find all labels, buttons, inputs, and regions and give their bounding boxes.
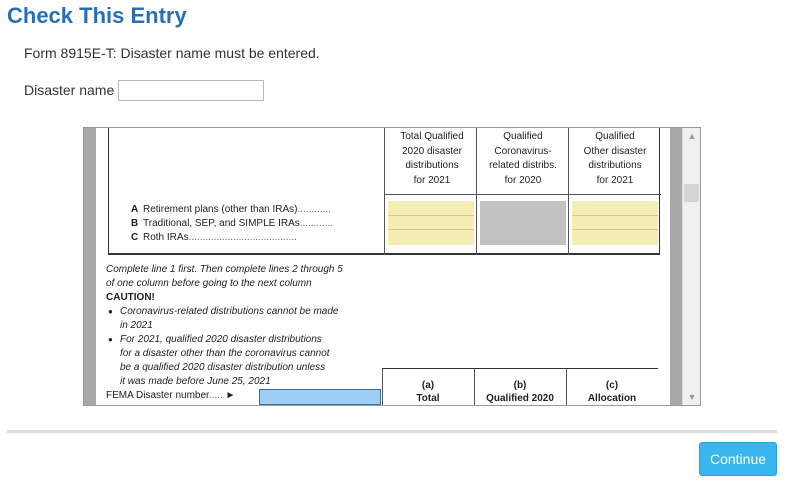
continue-button[interactable]: Continue — [699, 442, 777, 476]
table-header-rule — [384, 194, 661, 195]
vertical-scrollbar[interactable]: ▲ ▼ — [682, 128, 700, 405]
table-divider — [384, 128, 385, 255]
fema-disaster-number-label: FEMA Disaster number..... ► — [106, 390, 236, 401]
page-gutter-right — [670, 128, 682, 405]
disaster-name-input[interactable] — [118, 80, 264, 101]
footer-divider — [7, 430, 777, 433]
allocation-table-header: (a) Total (b) Qualified 2020 (c) Allocation — [382, 368, 658, 405]
column-header-total: Total Qualified 2020 disaster distributi… — [400, 131, 464, 186]
cell-divider — [388, 229, 474, 230]
column-c-allocation: (c) Allocation — [587, 380, 637, 404]
error-message: Form 8915E-T: Disaster name must be ente… — [24, 45, 320, 61]
column-header-coronavirus: Qualified Coronavirus- related distribs.… — [489, 131, 557, 186]
row-roth-iras: C Roth IRAs..............................… — [131, 232, 297, 243]
page-title: Check This Entry — [7, 3, 187, 28]
column-b-qualified-2020: (b) Qualified 2020 — [486, 380, 554, 404]
caution-heading: CAUTION! — [106, 292, 155, 303]
page-gutter-left — [84, 128, 96, 405]
cell-divider — [572, 229, 658, 230]
cell-divider — [388, 215, 474, 216]
cell-divider — [572, 215, 658, 216]
fema-disaster-number-input[interactable] — [259, 389, 381, 405]
form-viewer: Total Qualified 2020 disaster distributi… — [83, 127, 701, 406]
disaster-name-label: Disaster name — [24, 82, 115, 98]
form-instructions: Complete line 1 first. Then complete lin… — [106, 263, 396, 389]
column-a-total: (a) Total — [416, 380, 440, 404]
distribution-rows: A Retirement plans (other than IRAs).....… — [131, 203, 333, 245]
row-retirement-plans: A Retirement plans (other than IRAs).....… — [131, 204, 331, 215]
distribution-table: Total Qualified 2020 disaster distributi… — [108, 128, 661, 255]
table-divider — [568, 128, 569, 255]
form-page: Total Qualified 2020 disaster distributi… — [96, 128, 670, 405]
scroll-down-icon[interactable]: ▼ — [683, 389, 700, 405]
caution-bullet: For 2021, qualified 2020 disaster distri… — [106, 333, 396, 389]
total-input-cells[interactable] — [388, 201, 474, 245]
arrow-right-icon: ► — [225, 390, 236, 401]
row-traditional-iras: B Traditional, SEP, and SIMPLE IRAs......… — [131, 218, 334, 229]
scroll-up-icon[interactable]: ▲ — [683, 128, 700, 144]
caution-bullet: Coronavirus-related distributions cannot… — [106, 305, 396, 333]
coronavirus-disabled-cells — [480, 201, 566, 245]
column-header-other-disaster: Qualified Other disaster distributions f… — [583, 131, 647, 186]
other-disaster-input-cells[interactable] — [572, 201, 658, 245]
scrollbar-thumb[interactable] — [684, 184, 699, 202]
